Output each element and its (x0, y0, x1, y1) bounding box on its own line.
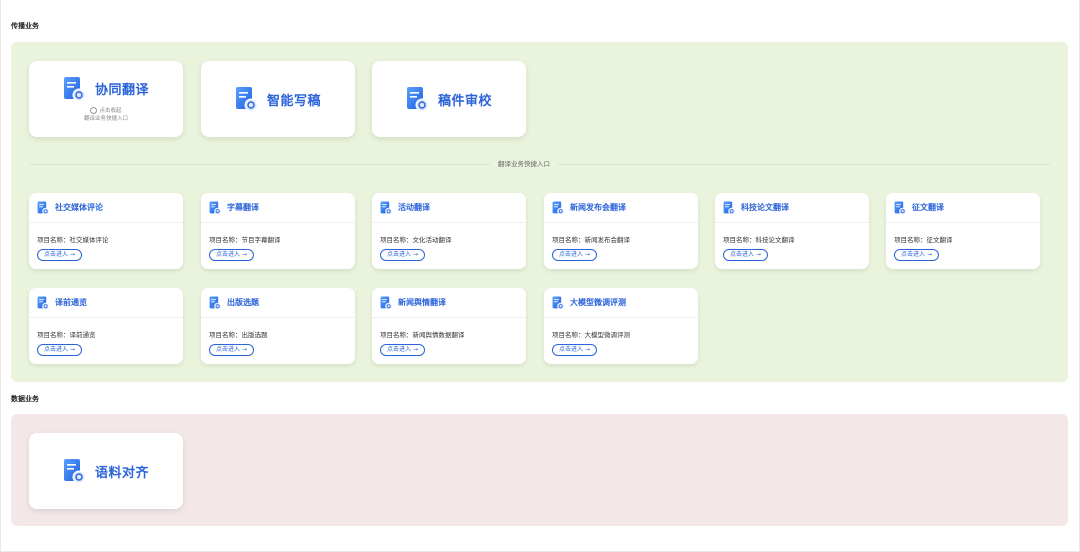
enter-button[interactable]: 点击进入 → (552, 344, 598, 356)
section-title-data: 数据业务 (11, 395, 39, 403)
doc-icon (380, 201, 393, 215)
doc-icon (552, 201, 565, 215)
doc-icon (209, 201, 222, 215)
project-name: 项目名称：节目字幕翻译 (209, 236, 281, 244)
arrow-right-icon: → (242, 251, 248, 258)
section-title-broadcast: 传播业务 (11, 22, 39, 30)
arrow-right-icon: → (413, 251, 419, 258)
enter-label: 点击进入 (387, 346, 412, 353)
shortcut-card-social-media[interactable]: 社交媒体评论 项目名称：社交媒体评论 点击进入 → (29, 193, 183, 269)
enter-button[interactable]: 点击进入 → (552, 249, 598, 261)
enter-label: 点击进入 (216, 346, 241, 353)
card-title: 科技论文翻译 (741, 203, 789, 212)
enter-label: 点击进入 (387, 251, 412, 258)
collapse-sub-text: 翻译业务快捷入口 (83, 115, 128, 122)
project-name: 项目名称：译前通览 (37, 331, 96, 339)
project-name: 项目名称：文化活动翻译 (380, 236, 452, 244)
shortcut-card-news-opinion[interactable]: 新闻舆情翻译 项目名称：新闻舆情数据翻译 点击进入 → (372, 288, 526, 364)
enter-button[interactable]: 点击进入 → (209, 344, 255, 356)
arrow-right-icon: → (927, 251, 933, 258)
enter-button[interactable]: 点击进入 → (723, 249, 769, 261)
doc-icon (894, 201, 907, 215)
card-title: 活动翻译 (398, 203, 430, 212)
project-name: 项目名称：出版选题 (209, 331, 268, 339)
enter-label: 点击进入 (44, 346, 69, 353)
doc-icon (37, 201, 50, 215)
review-doc-icon (406, 86, 430, 112)
card-title: 新闻发布会翻译 (570, 203, 626, 212)
shortcut-card-subtitle[interactable]: 字幕翻译 项目名称：节目字幕翻译 点击进入 → (201, 193, 355, 269)
project-name: 项目名称：新闻发布会翻译 (552, 236, 630, 244)
big-card-title: 稿件审校 (437, 93, 492, 109)
translate-doc-icon (63, 76, 87, 102)
writing-doc-icon (235, 86, 259, 112)
card-title: 字幕翻译 (227, 203, 259, 212)
doc-icon (380, 296, 393, 310)
enter-label: 点击进入 (901, 251, 926, 258)
card-title: 大模型微调评测 (570, 298, 626, 307)
card-title: 征文翻译 (912, 203, 944, 212)
collapse-text: 点击收起 (99, 107, 122, 114)
doc-icon (37, 296, 50, 310)
shortcut-card-publishing[interactable]: 出版选题 项目名称：出版选题 点击进入 → (201, 288, 355, 364)
shortcut-card-pre-translation[interactable]: 译前通览 项目名称：译前通览 点击进入 → (29, 288, 183, 364)
arrow-right-icon: → (756, 251, 762, 258)
enter-label: 点击进入 (730, 251, 755, 258)
project-name: 项目名称：科技论文翻译 (723, 236, 795, 244)
enter-label: 点击进入 (559, 346, 584, 353)
shortcut-card-llm-eval[interactable]: 大模型微调评测 项目名称：大模型微调评测 点击进入 → (544, 288, 698, 364)
shortcut-card-sci-paper[interactable]: 科技论文翻译 项目名称：科技论文翻译 点击进入 → (715, 193, 869, 269)
big-card-smart-writing[interactable]: 智能写稿 (201, 61, 355, 137)
arrow-right-icon: → (585, 346, 591, 353)
doc-icon (209, 296, 222, 310)
shortcut-card-essay[interactable]: 征文翻译 项目名称：征文翻译 点击进入 → (886, 193, 1040, 269)
project-name: 项目名称：社交媒体评论 (37, 236, 109, 244)
enter-button[interactable]: 点击进入 → (380, 249, 426, 261)
chevron-up-icon: ^ (90, 107, 98, 114)
project-name: 项目名称：新闻舆情数据翻译 (380, 331, 465, 339)
enter-label: 点击进入 (44, 251, 69, 258)
enter-button[interactable]: 点击进入 → (894, 249, 940, 261)
big-card-collab-translate[interactable]: 协同翻译 ^ 点击收起 翻译业务快捷入口 (29, 61, 183, 137)
enter-button[interactable]: 点击进入 → (37, 344, 83, 356)
enter-label: 点击进入 (216, 251, 241, 258)
arrow-right-icon: → (70, 251, 76, 258)
big-card-corpus-alignment[interactable]: 语料对齐 (29, 433, 183, 509)
divider-label: 翻译业务快捷入口 (490, 158, 558, 168)
arrow-right-icon: → (242, 346, 248, 353)
enter-button[interactable]: 点击进入 → (380, 344, 426, 356)
enter-label: 点击进入 (559, 251, 584, 258)
big-card-title: 语料对齐 (94, 465, 149, 481)
project-name: 项目名称：大模型微调评测 (552, 331, 630, 339)
doc-icon (723, 201, 736, 215)
enter-button[interactable]: 点击进入 → (37, 249, 83, 261)
arrow-right-icon: → (585, 251, 591, 258)
shortcut-card-press-conference[interactable]: 新闻发布会翻译 项目名称：新闻发布会翻译 点击进入 → (544, 193, 698, 269)
arrow-right-icon: → (413, 346, 419, 353)
card-title: 译前通览 (55, 298, 87, 307)
shortcut-card-event[interactable]: 活动翻译 项目名称：文化活动翻译 点击进入 → (372, 193, 526, 269)
card-title: 新闻舆情翻译 (398, 298, 446, 307)
collapse-toggle[interactable]: ^ 点击收起 翻译业务快捷入口 (84, 107, 128, 123)
alignment-doc-icon (63, 458, 87, 484)
big-card-title: 协同翻译 (94, 83, 149, 98)
arrow-right-icon: → (70, 346, 76, 353)
doc-icon (552, 296, 565, 310)
card-title: 出版选题 (227, 298, 259, 307)
enter-button[interactable]: 点击进入 → (209, 249, 255, 261)
project-name: 项目名称：征文翻译 (894, 236, 953, 244)
big-card-proofreading[interactable]: 稿件审校 (372, 61, 526, 137)
card-title: 社交媒体评论 (55, 203, 103, 212)
big-card-title: 智能写稿 (266, 93, 321, 109)
